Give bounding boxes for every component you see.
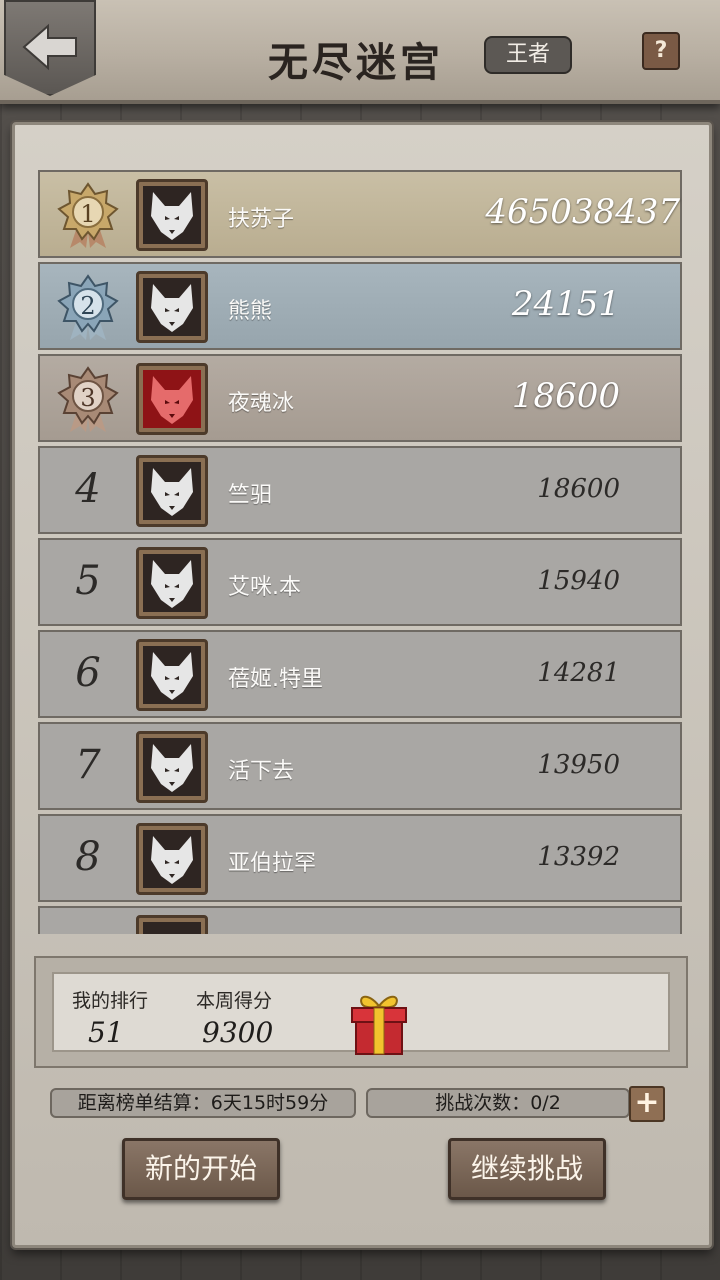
wolf-icon	[151, 376, 193, 424]
player-score: 18600	[511, 376, 620, 416]
leaderboard-row-4[interactable]: 4 竺驲 18600	[38, 446, 682, 534]
leaderboard-row-3[interactable]: 3 夜魂冰 18600	[38, 354, 682, 442]
wolf-icon	[151, 560, 193, 608]
leaderboard-row-7[interactable]: 7 活下去 13950	[38, 722, 682, 810]
wolf-icon	[151, 284, 193, 332]
gift-box-icon[interactable]	[348, 990, 410, 1056]
challenge-count: 挑战次数：0/2	[366, 1088, 630, 1118]
player-avatar[interactable]	[136, 455, 208, 527]
leaderboard-row-partial[interactable]	[38, 906, 682, 934]
player-score: 18600	[537, 474, 620, 504]
player-avatar[interactable]	[136, 639, 208, 711]
player-name: 艾咪.本	[228, 575, 301, 600]
header-bar: 无尽迷宫 王者 ?	[0, 0, 720, 104]
player-name: 蓓姬.特里	[228, 667, 323, 692]
player-avatar[interactable]	[136, 915, 208, 934]
player-name: 熊熊	[228, 299, 273, 324]
svg-text:2: 2	[80, 292, 95, 320]
page-title: 无尽迷宫	[268, 39, 444, 86]
leaderboard-row-8[interactable]: 8 亚伯拉罕 13392	[38, 814, 682, 902]
player-name: 活下去	[228, 759, 295, 784]
leaderboard-row-6[interactable]: 6 蓓姬.特里 14281	[38, 630, 682, 718]
gold-medal-icon: 1	[57, 182, 119, 248]
help-button[interactable]: ?	[642, 32, 680, 70]
rank-number: 4	[75, 466, 101, 512]
wolf-icon	[151, 192, 193, 240]
player-avatar[interactable]	[136, 179, 208, 251]
svg-text:3: 3	[80, 384, 95, 412]
player-name: 亚伯拉罕	[228, 851, 317, 876]
player-avatar[interactable]	[136, 547, 208, 619]
player-score: 14281	[537, 658, 620, 688]
settlement-countdown: 距离榜单结算：6天15时59分	[50, 1088, 356, 1118]
wolf-icon	[151, 468, 193, 516]
player-avatar[interactable]	[136, 363, 208, 435]
my-rank-label: 我的排行	[72, 990, 149, 1012]
wolf-icon	[151, 836, 193, 884]
continue-challenge-button[interactable]: 继续挑战	[448, 1138, 606, 1200]
wolf-icon	[151, 652, 193, 700]
player-avatar[interactable]	[136, 823, 208, 895]
back-button[interactable]	[4, 0, 96, 96]
player-score: 15940	[537, 566, 620, 596]
svg-text:1: 1	[80, 200, 95, 228]
player-name: 竺驲	[228, 483, 273, 508]
player-name: 扶苏子	[228, 207, 295, 232]
player-name: 夜魂冰	[228, 391, 295, 416]
weekly-score-label: 本周得分	[196, 990, 273, 1012]
leaderboard-row-2[interactable]: 2 熊熊 24151	[38, 262, 682, 350]
back-arrow-icon	[22, 23, 77, 71]
wolf-icon	[151, 744, 193, 792]
add-challenge-button[interactable]: +	[629, 1086, 665, 1122]
rank-number: 5	[75, 558, 101, 604]
player-score: 13392	[537, 842, 620, 872]
player-score: 465038437	[485, 192, 680, 232]
restart-button[interactable]: 新的开始	[122, 1138, 280, 1200]
leaderboard-row-1[interactable]: 1 扶苏子 465038437	[38, 170, 682, 258]
rank-number: 7	[75, 742, 101, 788]
leaderboard-list[interactable]: 1 扶苏子 465038437 2 熊熊 24151 3 夜魂冰 18600 4…	[38, 170, 682, 934]
player-avatar[interactable]	[136, 731, 208, 803]
player-score: 24151	[511, 284, 620, 324]
weekly-score-value: 9300	[202, 1016, 274, 1049]
my-rank-value: 51	[88, 1016, 124, 1049]
tier-badge[interactable]: 王者	[484, 36, 572, 74]
rank-number: 6	[75, 650, 101, 696]
bronze-medal-icon: 3	[57, 366, 119, 432]
player-score: 13950	[537, 750, 620, 780]
player-avatar[interactable]	[136, 271, 208, 343]
rank-number: 8	[75, 834, 101, 880]
silver-medal-icon: 2	[57, 274, 119, 340]
leaderboard-row-5[interactable]: 5 艾咪.本 15940	[38, 538, 682, 626]
